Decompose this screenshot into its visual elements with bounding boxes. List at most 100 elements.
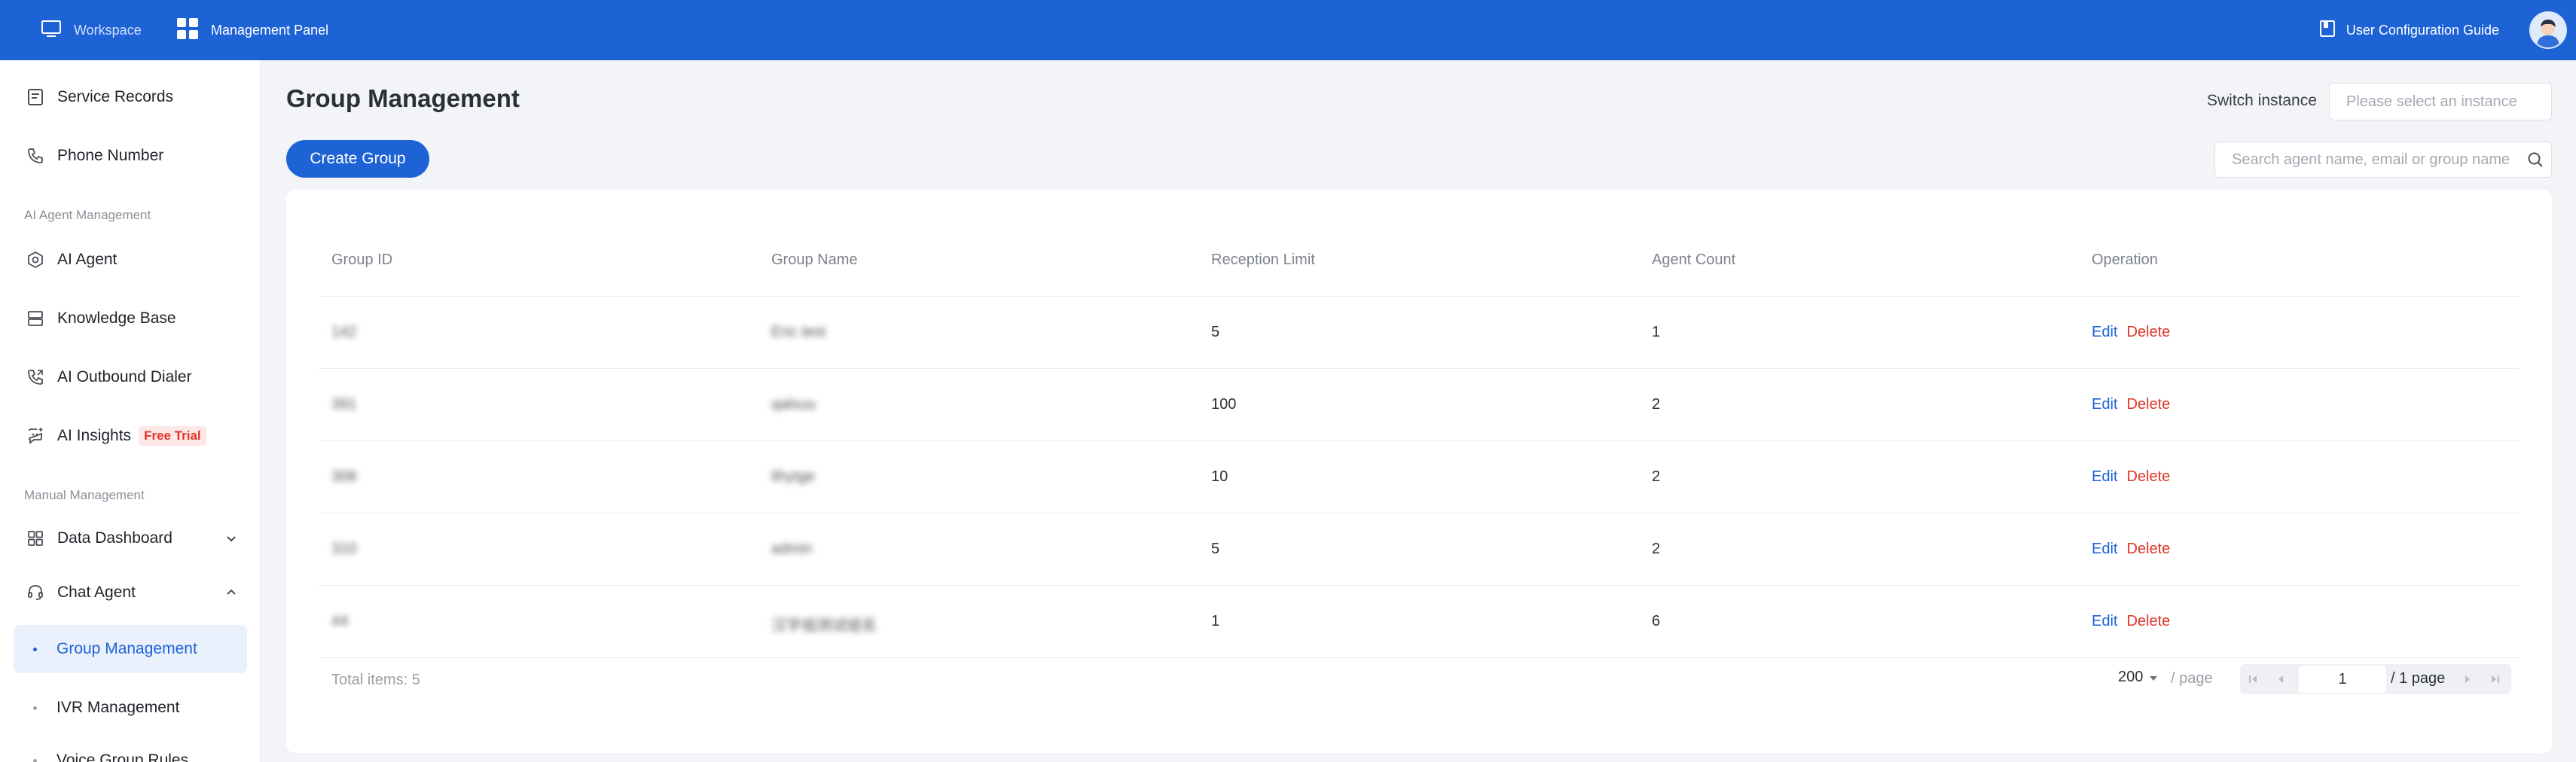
management-panel-label: Management Panel — [211, 22, 329, 38]
edit-link[interactable]: Edit — [2092, 468, 2117, 485]
sidebar-item-label: Voice Group Rules — [56, 751, 189, 762]
prev-page-icon[interactable] — [2267, 664, 2294, 694]
section-label-ai: AI Agent Management — [24, 208, 151, 222]
group-id-cell: 308 — [331, 468, 357, 485]
document-icon — [26, 87, 45, 107]
column-header-group-name: Group Name — [771, 251, 858, 268]
sidebar-item-label: Data Dashboard — [57, 529, 172, 547]
edit-link[interactable]: Edit — [2092, 324, 2117, 340]
total-items-label: Total items: — [331, 672, 408, 688]
database-icon — [26, 309, 45, 328]
user-guide-link[interactable]: User Configuration Guide — [2319, 0, 2499, 60]
sidebar-item-ai-outbound-dialer[interactable]: AI Outbound Dialer — [14, 354, 247, 401]
sidebar-item-phone-number[interactable]: Phone Number — [14, 133, 247, 179]
total-pages-label: / 1 page — [2391, 670, 2446, 687]
search-input[interactable] — [2215, 142, 2516, 177]
edit-link[interactable]: Edit — [2092, 396, 2117, 413]
agent-count-cell: 2 — [1652, 468, 1661, 485]
next-page-icon[interactable] — [2454, 664, 2481, 694]
sidebar-item-label: Group Management — [56, 640, 197, 657]
group-name-cell: Eric test — [771, 324, 826, 340]
agent-count-cell: 1 — [1652, 324, 1661, 340]
total-items: Total items: 5 — [331, 672, 420, 689]
operation-cell: Edit Delete — [2092, 468, 2170, 486]
page-size-select[interactable]: 200 — [2118, 669, 2158, 686]
sidebar-item-label: Phone Number — [57, 147, 164, 164]
sidebar-item-ivr-management[interactable]: IVR Management — [14, 684, 247, 732]
bullet-dot — [33, 758, 37, 762]
bullet-dot — [33, 706, 37, 710]
table-row: 310 admin 5 2 Edit Delete — [319, 514, 2519, 586]
chat-sparkle-icon — [26, 426, 45, 446]
workspace-label: Workspace — [74, 22, 142, 38]
agent-count-cell: 2 — [1652, 541, 1661, 557]
table-row: 308 lihytge 10 2 Edit Delete — [319, 441, 2519, 514]
section-label-manual: Manual Management — [24, 488, 145, 502]
first-page-icon[interactable] — [2240, 664, 2267, 694]
page-number-input[interactable] — [2299, 666, 2386, 693]
workspace-link[interactable]: Workspace — [41, 0, 142, 60]
delete-link[interactable]: Delete — [2126, 468, 2170, 485]
group-table-card: Group ID Group Name Reception Limit Agen… — [286, 190, 2552, 753]
column-header-agent-count: Agent Count — [1652, 251, 1736, 268]
last-page-icon[interactable] — [2481, 664, 2508, 694]
reception-limit-cell: 1 — [1211, 613, 1220, 629]
page-size-value: 200 — [2118, 669, 2144, 685]
column-header-operation: Operation — [2092, 251, 2158, 268]
hexagon-gear-icon — [26, 250, 45, 270]
sidebar-item-knowledge-base[interactable]: Knowledge Base — [14, 295, 247, 342]
group-id-cell: 142 — [331, 324, 357, 340]
sidebar-item-group-management[interactable]: Group Management — [14, 625, 247, 673]
sidebar-item-ai-insights[interactable]: AI Insights Free Trial — [14, 413, 247, 459]
sidebar-item-label: Chat Agent — [57, 584, 136, 601]
table-row: 391 qalsuu 100 2 Edit Delete — [319, 369, 2519, 441]
phone-outgoing-icon — [26, 367, 45, 387]
apps-grid-icon — [176, 17, 199, 44]
sidebar-item-data-dashboard[interactable]: Data Dashboard — [14, 515, 247, 562]
group-name-cell: lihytge — [771, 468, 815, 485]
user-guide-label: User Configuration Guide — [2346, 22, 2499, 38]
per-page-label: / page — [2171, 670, 2213, 687]
phone-icon — [26, 146, 45, 166]
edit-link[interactable]: Edit — [2092, 613, 2117, 629]
sidebar: Service Records Phone Number AI Agent Ma… — [0, 60, 261, 762]
user-avatar[interactable] — [2529, 11, 2567, 49]
group-name-cell: admin — [771, 541, 813, 557]
sidebar-item-voice-group-rules[interactable]: Voice Group Rules — [14, 736, 247, 762]
sidebar-item-label: AI Outbound Dialer — [57, 368, 192, 386]
edit-link[interactable]: Edit — [2092, 541, 2117, 557]
chevron-up-icon — [224, 586, 238, 603]
operation-cell: Edit Delete — [2092, 324, 2170, 341]
table-row: 44 汉字组测试组名 1 6 Edit Delete — [319, 586, 2519, 658]
sidebar-item-chat-agent[interactable]: Chat Agent — [14, 569, 247, 616]
chevron-down-icon — [224, 532, 238, 549]
delete-link[interactable]: Delete — [2126, 324, 2170, 340]
pagination: / 1 page — [2240, 664, 2511, 694]
sidebar-item-label: Service Records — [57, 88, 174, 105]
delete-link[interactable]: Delete — [2126, 541, 2170, 557]
table-header: Group ID Group Name Reception Limit Agen… — [319, 227, 2519, 297]
reception-limit-cell: 5 — [1211, 541, 1220, 557]
sidebar-item-label: IVR Management — [56, 699, 180, 716]
group-id-cell: 44 — [331, 613, 349, 629]
instance-select[interactable]: Please select an instance — [2329, 83, 2552, 120]
delete-link[interactable]: Delete — [2126, 613, 2170, 629]
create-group-button[interactable]: Create Group — [286, 140, 429, 178]
reception-limit-cell: 100 — [1211, 396, 1237, 413]
agent-count-cell: 2 — [1652, 396, 1661, 413]
sidebar-item-ai-agent[interactable]: AI Agent — [14, 236, 247, 283]
grid-icon — [26, 529, 45, 548]
search-icon[interactable] — [2527, 151, 2544, 172]
management-panel-link[interactable]: Management Panel — [176, 0, 328, 60]
total-items-count: 5 — [411, 672, 420, 688]
delete-link[interactable]: Delete — [2126, 396, 2170, 413]
page-title: Group Management — [286, 84, 520, 112]
operation-cell: Edit Delete — [2092, 396, 2170, 413]
table-row: 142 Eric test 5 1 Edit Delete — [319, 297, 2519, 369]
sidebar-item-label: AI Agent — [57, 251, 118, 268]
sidebar-item-label: Knowledge Base — [57, 309, 176, 327]
agent-count-cell: 6 — [1652, 613, 1661, 629]
sidebar-item-service-records[interactable]: Service Records — [14, 74, 247, 120]
monitor-icon — [41, 20, 62, 41]
reception-limit-cell: 10 — [1211, 468, 1228, 485]
